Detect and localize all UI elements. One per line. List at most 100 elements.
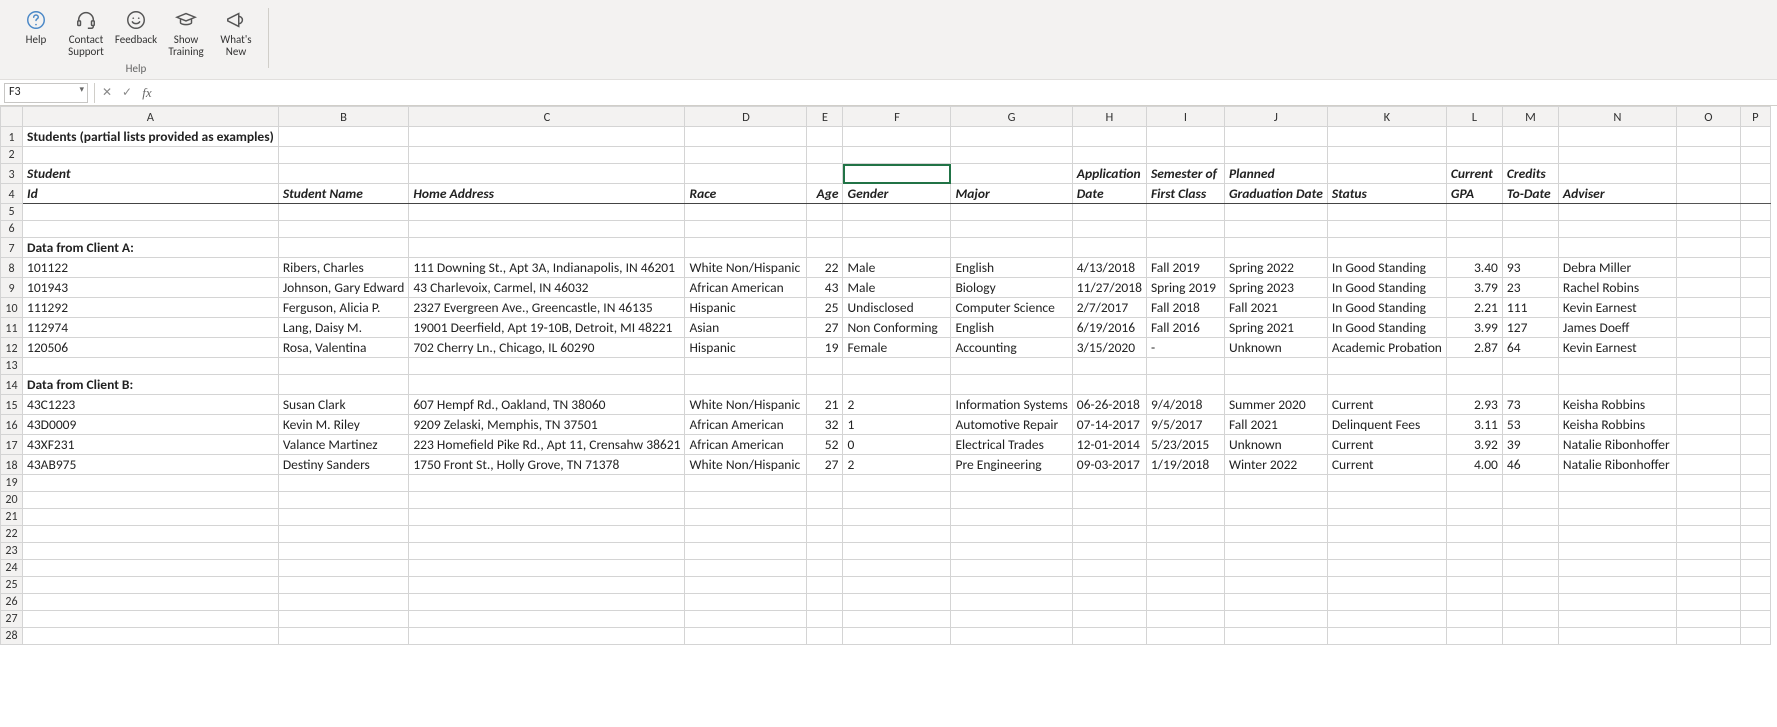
cell-N14[interactable] (1558, 375, 1676, 395)
cell-M15[interactable]: 73 (1502, 395, 1558, 415)
cell-B19[interactable] (278, 475, 409, 492)
cell-G27[interactable] (951, 611, 1072, 628)
cell-M5[interactable] (1502, 204, 1558, 221)
cell-E13[interactable] (807, 358, 843, 375)
cell-J25[interactable] (1224, 577, 1327, 594)
cell-B21[interactable] (278, 509, 409, 526)
cell-G14[interactable] (951, 375, 1072, 395)
cell-M20[interactable] (1502, 492, 1558, 509)
cell-D28[interactable] (685, 628, 807, 645)
cell-B23[interactable] (278, 543, 409, 560)
cell-M27[interactable] (1502, 611, 1558, 628)
cell-C6[interactable] (409, 221, 685, 238)
cell-L8[interactable]: 3.40 (1446, 258, 1502, 278)
cell-A9[interactable]: 101943 (23, 278, 279, 298)
cell-D25[interactable] (685, 577, 807, 594)
row-header-20[interactable]: 20 (1, 492, 23, 509)
cell-J6[interactable] (1224, 221, 1327, 238)
cell-I3[interactable]: Semester of (1146, 164, 1224, 184)
cell-P27[interactable] (1740, 611, 1770, 628)
cell-A19[interactable] (23, 475, 279, 492)
cell-B22[interactable] (278, 526, 409, 543)
cell-A2[interactable] (23, 147, 279, 164)
cell-E5[interactable] (807, 204, 843, 221)
cell-B2[interactable] (278, 147, 409, 164)
cell-H16[interactable]: 07-14-2017 (1072, 415, 1146, 435)
cell-D10[interactable]: Hispanic (685, 298, 807, 318)
cell-M16[interactable]: 53 (1502, 415, 1558, 435)
row-header-10[interactable]: 10 (1, 298, 23, 318)
cell-H20[interactable] (1072, 492, 1146, 509)
cell-A14[interactable]: Data from Client B: (23, 375, 279, 395)
cell-J7[interactable] (1224, 238, 1327, 258)
cell-E9[interactable]: 43 (807, 278, 843, 298)
row-header-4[interactable]: 4 (1, 184, 23, 204)
cell-I12[interactable]: - (1146, 338, 1224, 358)
cell-O1[interactable] (1676, 127, 1740, 147)
cell-J24[interactable] (1224, 560, 1327, 577)
cell-I6[interactable] (1146, 221, 1224, 238)
cell-H18[interactable]: 09-03-2017 (1072, 455, 1146, 475)
cell-K14[interactable] (1327, 375, 1446, 395)
cell-L17[interactable]: 3.92 (1446, 435, 1502, 455)
cell-L25[interactable] (1446, 577, 1502, 594)
cell-J19[interactable] (1224, 475, 1327, 492)
cell-H23[interactable] (1072, 543, 1146, 560)
cell-J5[interactable] (1224, 204, 1327, 221)
cell-A3[interactable]: Student (23, 164, 279, 184)
cell-O27[interactable] (1676, 611, 1740, 628)
cell-I4[interactable]: First Class (1146, 184, 1224, 204)
cell-J1[interactable] (1224, 127, 1327, 147)
row-header-7[interactable]: 7 (1, 238, 23, 258)
cell-L14[interactable] (1446, 375, 1502, 395)
cell-I27[interactable] (1146, 611, 1224, 628)
cell-H24[interactable] (1072, 560, 1146, 577)
cell-K1[interactable] (1327, 127, 1446, 147)
cell-F25[interactable] (843, 577, 951, 594)
cell-O15[interactable] (1676, 395, 1740, 415)
cell-M3[interactable]: Credits (1502, 164, 1558, 184)
row-header-15[interactable]: 15 (1, 395, 23, 415)
cell-K2[interactable] (1327, 147, 1446, 164)
cell-O18[interactable] (1676, 455, 1740, 475)
cell-B26[interactable] (278, 594, 409, 611)
cell-M24[interactable] (1502, 560, 1558, 577)
cell-C7[interactable] (409, 238, 685, 258)
cell-C3[interactable] (409, 164, 685, 184)
cell-K25[interactable] (1327, 577, 1446, 594)
cell-I8[interactable]: Fall 2019 (1146, 258, 1224, 278)
cell-B10[interactable]: Ferguson, Alicia P. (278, 298, 409, 318)
cell-F2[interactable] (843, 147, 951, 164)
cell-L27[interactable] (1446, 611, 1502, 628)
cell-D19[interactable] (685, 475, 807, 492)
cell-B20[interactable] (278, 492, 409, 509)
cell-J22[interactable] (1224, 526, 1327, 543)
cell-O7[interactable] (1676, 238, 1740, 258)
cell-L4[interactable]: GPA (1446, 184, 1502, 204)
cell-L26[interactable] (1446, 594, 1502, 611)
cell-F23[interactable] (843, 543, 951, 560)
cell-K16[interactable]: Delinquent Fees (1327, 415, 1446, 435)
cell-D8[interactable]: White Non/Hispanic (685, 258, 807, 278)
cell-N6[interactable] (1558, 221, 1676, 238)
cell-B11[interactable]: Lang, Daisy M. (278, 318, 409, 338)
cell-P16[interactable] (1740, 415, 1770, 435)
cell-C16[interactable]: 9209 Zelaski, Memphis, TN 37501 (409, 415, 685, 435)
column-header-A[interactable]: A (23, 107, 279, 127)
cell-C5[interactable] (409, 204, 685, 221)
cell-H6[interactable] (1072, 221, 1146, 238)
cell-E28[interactable] (807, 628, 843, 645)
cell-I28[interactable] (1146, 628, 1224, 645)
cell-G21[interactable] (951, 509, 1072, 526)
cell-M6[interactable] (1502, 221, 1558, 238)
cell-H13[interactable] (1072, 358, 1146, 375)
row-header-6[interactable]: 6 (1, 221, 23, 238)
cell-E4[interactable]: Age (807, 184, 843, 204)
cell-H17[interactable]: 12-01-2014 (1072, 435, 1146, 455)
cell-O28[interactable] (1676, 628, 1740, 645)
cell-P17[interactable] (1740, 435, 1770, 455)
cell-P2[interactable] (1740, 147, 1770, 164)
cell-P21[interactable] (1740, 509, 1770, 526)
cell-M25[interactable] (1502, 577, 1558, 594)
cell-K22[interactable] (1327, 526, 1446, 543)
